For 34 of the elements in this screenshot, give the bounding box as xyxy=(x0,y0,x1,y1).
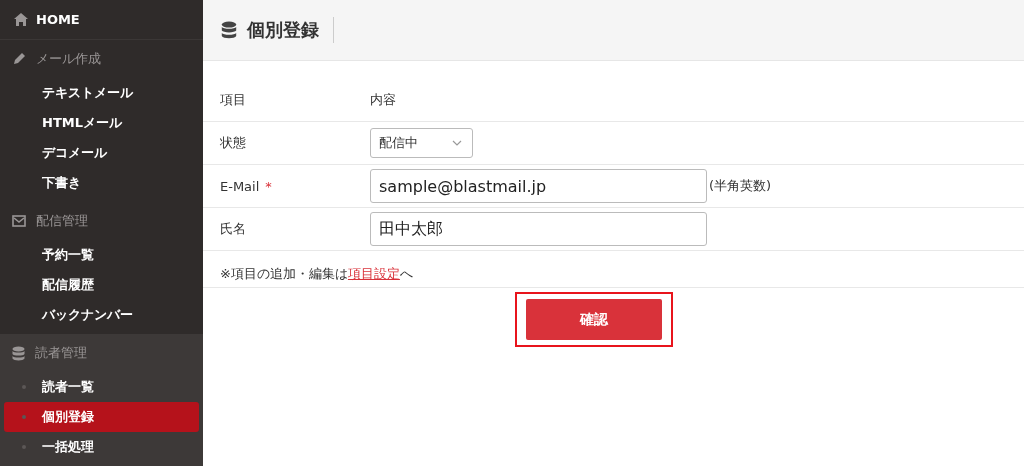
section-title: メール作成 xyxy=(36,50,101,68)
sidebar-item[interactable]: HTMLメール xyxy=(4,108,199,138)
input-field[interactable]: 田中太郎 xyxy=(370,212,707,246)
envelope-icon xyxy=(12,215,26,227)
home-icon xyxy=(14,13,28,26)
page-title: 個別登録 xyxy=(247,17,334,43)
input-field[interactable]: sample@blastmail.jp xyxy=(370,169,707,203)
note-text: ※項目の追加・編集は項目設定へ xyxy=(203,251,1024,288)
sidebar-item[interactable]: 読者一覧 xyxy=(4,372,199,402)
sidebar-item[interactable]: 下書き xyxy=(4,168,199,198)
bullet-icon xyxy=(22,415,26,419)
sidebar-item[interactable]: 配信履歴 xyxy=(4,270,199,300)
section-title: 読者管理 xyxy=(35,344,87,362)
field-label: 氏名 xyxy=(220,221,246,236)
field-label: E-Mail xyxy=(220,178,260,194)
sidebar-item[interactable]: デコメール xyxy=(4,138,199,168)
database-icon xyxy=(221,21,237,39)
database-icon xyxy=(12,345,25,361)
section-title: 配信管理 xyxy=(36,212,88,230)
status-dropdown[interactable]: 配信中 xyxy=(370,128,473,158)
column-label: 内容 xyxy=(370,91,396,109)
settings-link[interactable]: 項目設定 xyxy=(347,266,400,281)
column-label: 項目 xyxy=(220,91,247,109)
field-label: 状態 xyxy=(220,135,246,150)
sidebar-item[interactable]: テキストメール xyxy=(4,78,199,108)
sidebar-item[interactable]: 予約一覧 xyxy=(4,240,199,270)
required-mark: * xyxy=(265,178,272,194)
sidebar-item[interactable]: 一括処理 xyxy=(4,432,199,462)
sidebar-item[interactable]: バックナンバー xyxy=(4,300,199,330)
confirm-button[interactable]: 確認 xyxy=(525,299,662,340)
sidebar-item[interactable]: 個別登録 xyxy=(4,402,199,432)
pencil-icon xyxy=(12,52,26,66)
field-hint: (半角英数) xyxy=(709,177,772,195)
chevron-icon xyxy=(452,140,462,146)
